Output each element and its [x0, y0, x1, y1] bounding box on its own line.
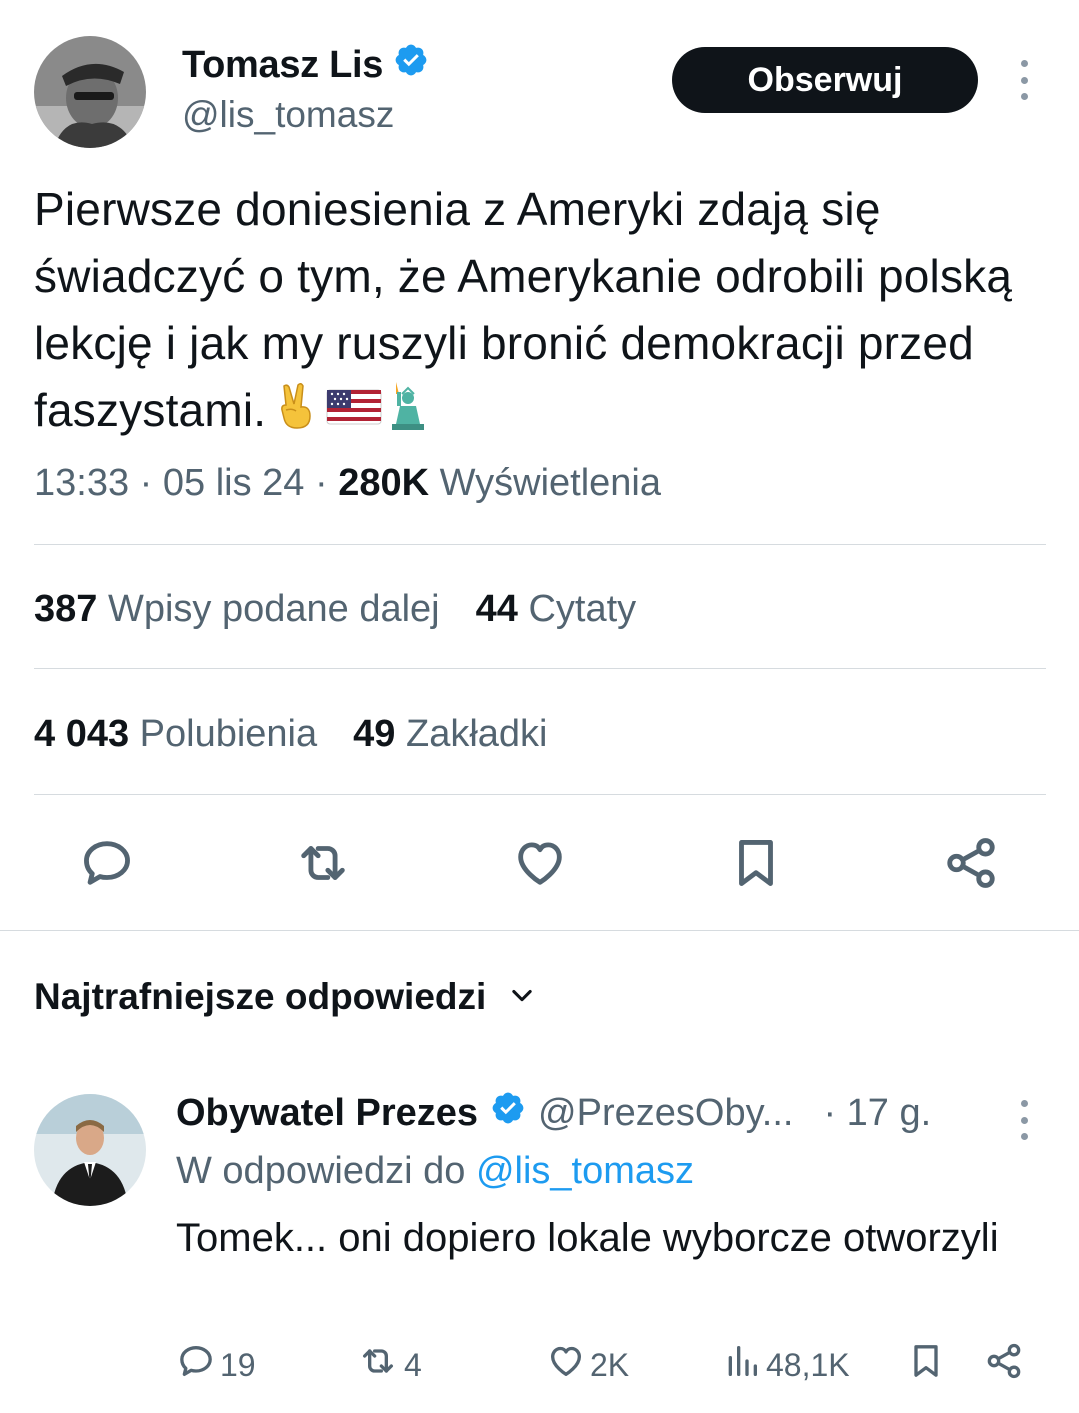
reply-replies-count: 19 — [220, 1346, 256, 1383]
reply-icon[interactable] — [74, 830, 140, 896]
reply-header: Obywatel Prezes @PrezesOby... · 17 g. — [176, 1090, 931, 1136]
reply-to-line: W odpowiedzi do @lis_tomasz — [176, 1150, 694, 1193]
likes-count: 4 043 — [34, 713, 130, 755]
reply-share-button[interactable] — [984, 1340, 1024, 1390]
author-handle[interactable]: @lis_tomasz — [182, 94, 394, 136]
statue-of-liberty-icon — [382, 380, 434, 432]
follow-button[interactable]: Obserwuj — [672, 47, 978, 113]
bookmark-icon — [906, 1341, 946, 1389]
reply-bookmark-button[interactable] — [906, 1340, 946, 1390]
divider — [34, 794, 1046, 795]
victory-hand-icon — [270, 380, 322, 432]
tweet-action-bar — [0, 830, 1079, 900]
reply-text: Tomek... oni dopiero lokale wyborcze otw… — [176, 1216, 999, 1260]
views-icon — [722, 1341, 762, 1389]
bookmark-icon[interactable] — [723, 830, 789, 896]
engagement-row-1: 387 Wpisy podane dalej 44 Cytaty — [34, 588, 636, 631]
quotes-count: 44 — [475, 588, 518, 630]
like-icon — [546, 1341, 586, 1389]
divider — [34, 668, 1046, 669]
likes-label: Polubienia — [139, 713, 318, 755]
meta-separator: · — [139, 462, 153, 504]
bookmarks-count: 49 — [353, 713, 396, 755]
reply-repost-button[interactable]: 4 — [356, 1340, 422, 1390]
tweet-time[interactable]: 13:33 — [34, 462, 129, 504]
views-count: 280K — [338, 462, 430, 504]
bookmarks-stat[interactable]: 49 Zakładki — [353, 713, 547, 756]
reply-author-name[interactable]: Obywatel Prezes — [176, 1092, 478, 1135]
bookmarks-label: Zakładki — [405, 713, 548, 755]
us-flag-icon — [326, 380, 382, 432]
quotes-label: Cytaty — [528, 588, 637, 630]
reply-reply-button[interactable]: 19 — [176, 1340, 256, 1390]
repost-icon[interactable] — [290, 830, 356, 896]
share-icon — [984, 1341, 1024, 1389]
share-icon[interactable] — [938, 830, 1004, 896]
reply-time[interactable]: · 17 g. — [823, 1092, 931, 1135]
verified-badge-icon — [393, 42, 429, 88]
quotes-stat[interactable]: 44 Cytaty — [476, 588, 637, 631]
author-name-text: Tomasz Lis — [182, 43, 384, 86]
tweet-date[interactable]: 05 lis 24 — [163, 462, 305, 504]
reply-like-button[interactable]: 2K — [546, 1340, 629, 1390]
replies-sort-dropdown[interactable]: Najtrafniejsze odpowiedzi — [34, 976, 536, 1018]
reply-icon — [176, 1341, 216, 1389]
meta-separator: · — [314, 462, 328, 504]
reply-action-bar: 19 4 2K 48,1K — [0, 1340, 1079, 1390]
views-label: Wyświetlenia — [439, 462, 662, 504]
tweet-text-body: Pierwsze doniesienia z Ameryki zdają się… — [34, 183, 1013, 436]
reply-likes-count: 2K — [590, 1346, 630, 1383]
reposts-count: 387 — [34, 588, 98, 630]
reply-to-handle-link[interactable]: @lis_tomasz — [476, 1150, 694, 1192]
section-divider — [0, 930, 1079, 931]
replies-sort-label: Najtrafniejsze odpowiedzi — [34, 976, 487, 1017]
more-options-icon[interactable] — [1008, 60, 1040, 100]
author-name[interactable]: Tomasz Lis — [182, 42, 429, 88]
engagement-row-2: 4 043 Polubienia 49 Zakładki — [34, 713, 547, 756]
reply-author-handle[interactable]: @PrezesOby... — [538, 1092, 793, 1135]
reply-views-button[interactable]: 48,1K — [722, 1340, 850, 1390]
reply-to-prefix: W odpowiedzi do — [176, 1150, 466, 1192]
like-icon[interactable] — [507, 830, 573, 896]
reply-author-avatar[interactable] — [34, 1094, 146, 1206]
reposts-stat[interactable]: 387 Wpisy podane dalej — [34, 588, 440, 631]
tweet-text: Pierwsze doniesienia z Ameryki zdają się… — [34, 176, 1044, 444]
reposts-label: Wpisy podane dalej — [107, 588, 440, 630]
reply-views-count: 48,1K — [766, 1346, 850, 1383]
verified-badge-icon — [490, 1090, 526, 1136]
reply-reposts-count: 4 — [404, 1346, 422, 1383]
tweet-meta: 13:33 · 05 lis 24 · 280K Wyświetlenia — [34, 462, 661, 505]
divider — [34, 544, 1046, 545]
chevron-down-icon — [508, 976, 536, 1018]
likes-stat[interactable]: 4 043 Polubienia — [34, 713, 317, 756]
author-avatar[interactable] — [34, 36, 146, 148]
reply-more-options-icon[interactable] — [1008, 1100, 1040, 1140]
repost-icon — [356, 1341, 400, 1389]
